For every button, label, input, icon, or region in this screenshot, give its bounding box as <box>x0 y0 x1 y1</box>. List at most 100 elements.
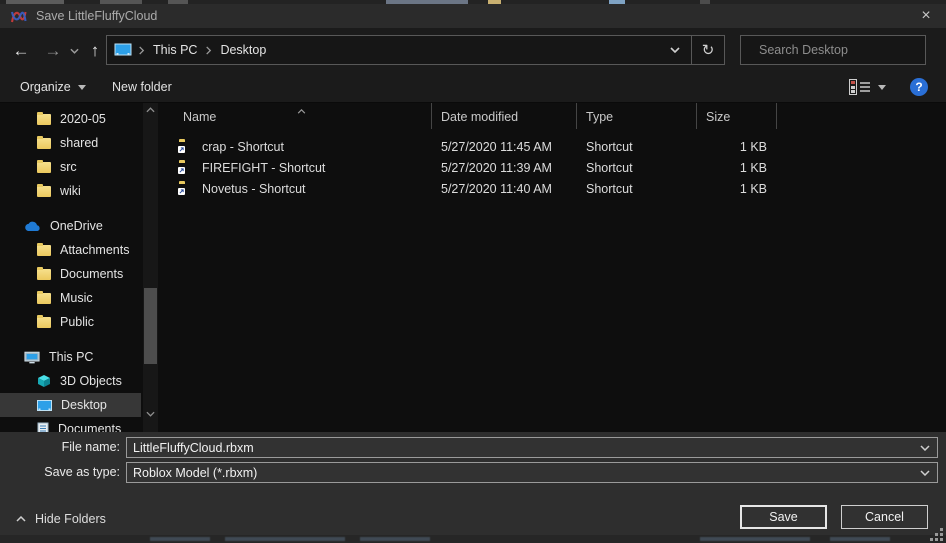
shortcut-arrow-icon <box>179 147 184 152</box>
cancel-button-label: Cancel <box>865 510 904 524</box>
column-header-name[interactable]: Name <box>170 103 432 129</box>
column-header-row: Name Date modified Type Size <box>170 103 946 129</box>
file-row-crap-shortcut[interactable]: crap - Shortcut 5/27/2020 11:45 AM Short… <box>170 136 946 157</box>
sidebar-item-2020-05[interactable]: 2020-05 <box>0 107 141 131</box>
novetus-app-icon <box>10 9 27 24</box>
folder-icon <box>37 186 51 197</box>
sidebar-item-label: wiki <box>60 184 81 198</box>
onedrive-cloud-icon <box>24 221 41 232</box>
file-name-input[interactable] <box>127 441 913 455</box>
sidebar-item-desktop[interactable]: Desktop <box>0 393 141 417</box>
save-as-type-label: Save as type: <box>0 462 120 483</box>
scroll-down-button[interactable] <box>143 407 158 421</box>
forward-icon: → <box>45 41 62 61</box>
save-button-label: Save <box>769 510 798 524</box>
breadcrumb-chevron-icon <box>205 46 212 55</box>
column-header-size[interactable]: Size <box>697 103 777 129</box>
save-as-type-select[interactable]: Roblox Model (*.rbxm) <box>126 462 938 483</box>
up-icon: ↑ <box>91 41 100 61</box>
up-button[interactable]: ↑ <box>82 36 108 66</box>
new-folder-button[interactable]: New folder <box>112 72 172 102</box>
sidebar-item-documents-onedrive[interactable]: Documents <box>0 262 141 286</box>
resize-grip[interactable] <box>929 527 943 541</box>
file-type: Shortcut <box>577 140 697 154</box>
sidebar-item-label: This PC <box>49 350 93 364</box>
file-row-novetus-shortcut[interactable]: Novetus - Shortcut 5/27/2020 11:40 AM Sh… <box>170 178 946 199</box>
cube-icon <box>37 374 51 388</box>
shortcut-arrow-icon <box>179 168 184 173</box>
chevron-down-icon <box>70 48 79 54</box>
background-window-fragment <box>360 537 430 541</box>
sidebar-item-label: Music <box>60 291 93 305</box>
chevron-down-icon <box>670 47 680 53</box>
sidebar-item-attachments[interactable]: Attachments <box>0 238 141 262</box>
sidebar-item-label: Attachments <box>60 243 129 257</box>
file-size: 1 KB <box>697 161 777 175</box>
recent-locations-button[interactable] <box>66 36 82 66</box>
folder-icon <box>37 317 51 328</box>
organize-button[interactable]: Organize <box>20 72 86 102</box>
refresh-icon: ↻ <box>702 41 715 59</box>
main-area: 2020-05 shared src wiki <box>0 103 946 432</box>
address-bar[interactable]: This PC Desktop ↻ <box>106 35 725 65</box>
save-button[interactable]: Save <box>740 505 827 529</box>
previous-locations-button[interactable] <box>659 36 691 64</box>
sidebar-item-label: Public <box>60 315 94 329</box>
chevron-up-icon <box>16 516 26 522</box>
shortcut-folder-icon <box>179 141 193 152</box>
chevron-down-icon <box>146 411 155 417</box>
background-window-fragment <box>225 537 345 541</box>
search-box[interactable] <box>740 35 926 65</box>
computer-icon <box>24 351 40 364</box>
close-button[interactable]: × <box>912 4 940 28</box>
file-name-field <box>126 437 938 458</box>
file-date: 5/27/2020 11:40 AM <box>432 182 577 196</box>
search-input[interactable] <box>759 43 920 57</box>
new-folder-label: New folder <box>112 80 172 94</box>
column-header-date-modified[interactable]: Date modified <box>432 103 577 129</box>
save-controls-panel: File name: Save as type: Roblox Model (*… <box>0 432 946 535</box>
sidebar-item-label: src <box>60 160 77 174</box>
refresh-button[interactable]: ↻ <box>692 36 724 64</box>
save-as-type-value: Roblox Model (*.rbxm) <box>127 466 913 480</box>
help-button[interactable]: ? <box>910 72 928 102</box>
sidebar-item-label: OneDrive <box>50 219 103 233</box>
folder-icon <box>37 114 51 125</box>
views-button[interactable] <box>849 72 886 102</box>
sidebar-item-wiki[interactable]: wiki <box>0 179 141 203</box>
sidebar-item-music[interactable]: Music <box>0 286 141 310</box>
file-size: 1 KB <box>697 140 777 154</box>
shortcut-folder-icon <box>179 162 193 173</box>
sidebar-item-public[interactable]: Public <box>0 310 141 334</box>
back-button[interactable]: ← <box>8 36 34 66</box>
sidebar-item-this-pc[interactable]: This PC <box>0 345 141 369</box>
breadcrumb-desktop[interactable]: Desktop <box>212 36 274 64</box>
file-name: crap - Shortcut <box>202 140 284 154</box>
hide-folders-button[interactable]: Hide Folders <box>16 508 106 530</box>
sidebar-item-shared[interactable]: shared <box>0 131 141 155</box>
cancel-button[interactable]: Cancel <box>841 505 928 529</box>
scrollbar-thumb[interactable] <box>144 288 157 364</box>
sidebar-item-src[interactable]: src <box>0 155 141 179</box>
this-pc-icon <box>114 43 132 57</box>
file-row-firefight-shortcut[interactable]: FIREFIGHT - Shortcut 5/27/2020 11:39 AM … <box>170 157 946 178</box>
file-name-dropdown-button[interactable] <box>913 438 937 457</box>
forward-button[interactable]: → <box>40 36 66 66</box>
chevron-down-icon <box>878 85 886 90</box>
sidebar-item-3d-objects[interactable]: 3D Objects <box>0 369 141 393</box>
back-icon: ← <box>13 41 30 61</box>
save-dialog-window: Save LittleFluffyCloud × ← → ↑ This PC D… <box>0 0 946 543</box>
file-name-label: File name: <box>0 437 120 458</box>
breadcrumb-this-pc[interactable]: This PC <box>145 36 205 64</box>
file-type: Shortcut <box>577 182 697 196</box>
hide-folders-label: Hide Folders <box>35 512 106 526</box>
save-as-type-dropdown-button[interactable] <box>913 463 937 482</box>
background-window-fragment <box>830 537 890 541</box>
column-header-type[interactable]: Type <box>577 103 697 129</box>
sidebar-item-onedrive[interactable]: OneDrive <box>0 214 141 238</box>
command-bar: Organize New folder ? <box>0 72 946 103</box>
scroll-up-button[interactable] <box>143 103 158 117</box>
folder-icon <box>37 245 51 256</box>
titlebar: Save LittleFluffyCloud × <box>0 4 946 28</box>
sidebar-scrollbar[interactable] <box>143 103 158 432</box>
